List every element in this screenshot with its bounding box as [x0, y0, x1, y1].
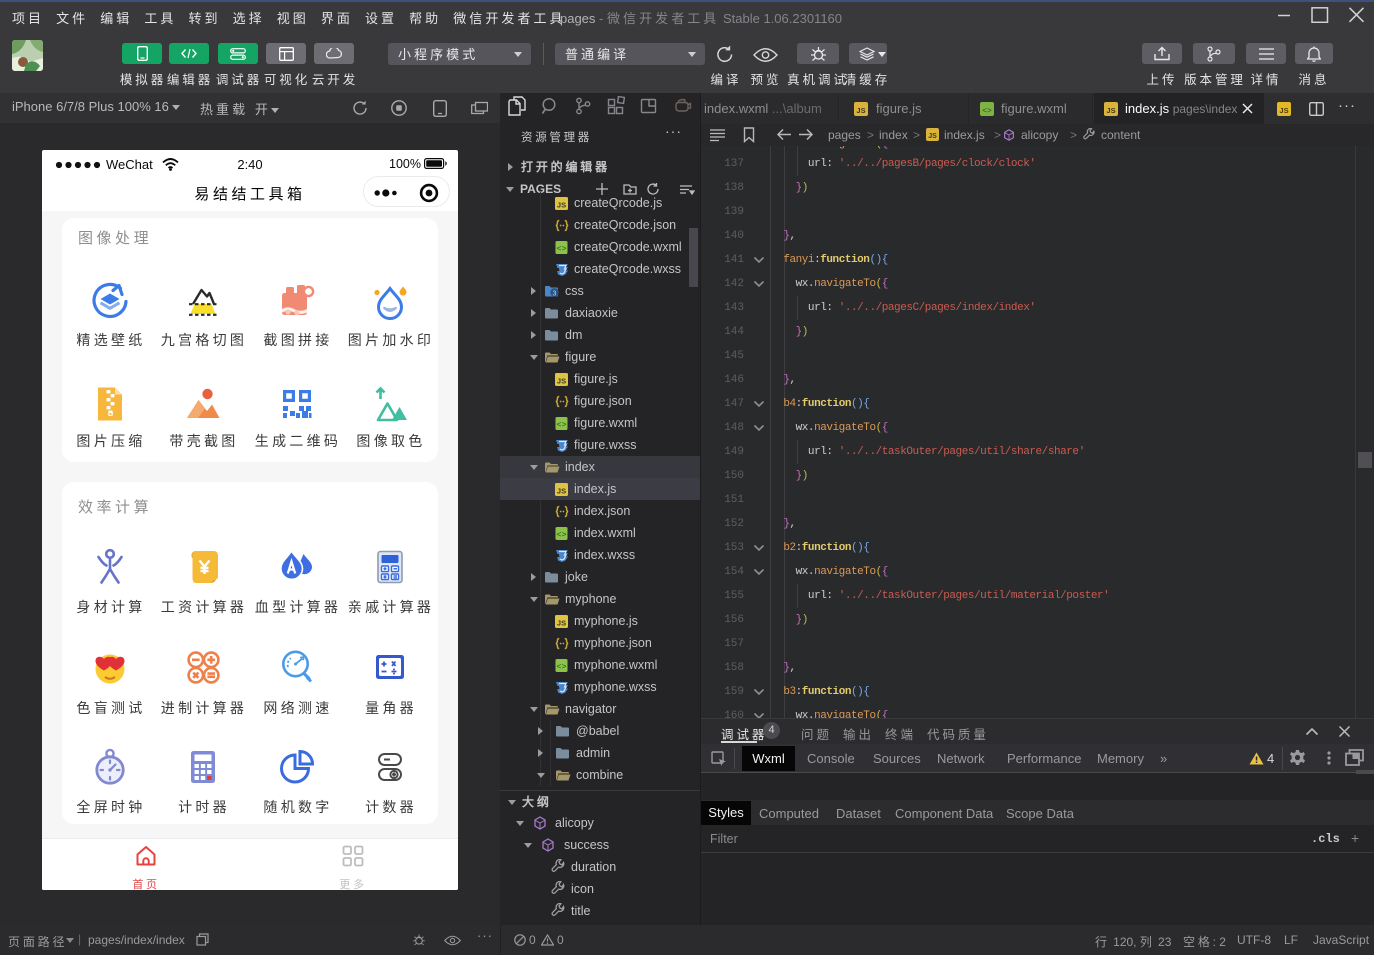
- svg-text:JS: JS: [1279, 106, 1288, 115]
- svg-text:JS: JS: [1106, 106, 1115, 115]
- svg-text:<>: <>: [982, 107, 992, 116]
- svg-text:JS: JS: [856, 106, 865, 115]
- svg-text:JS: JS: [928, 133, 937, 140]
